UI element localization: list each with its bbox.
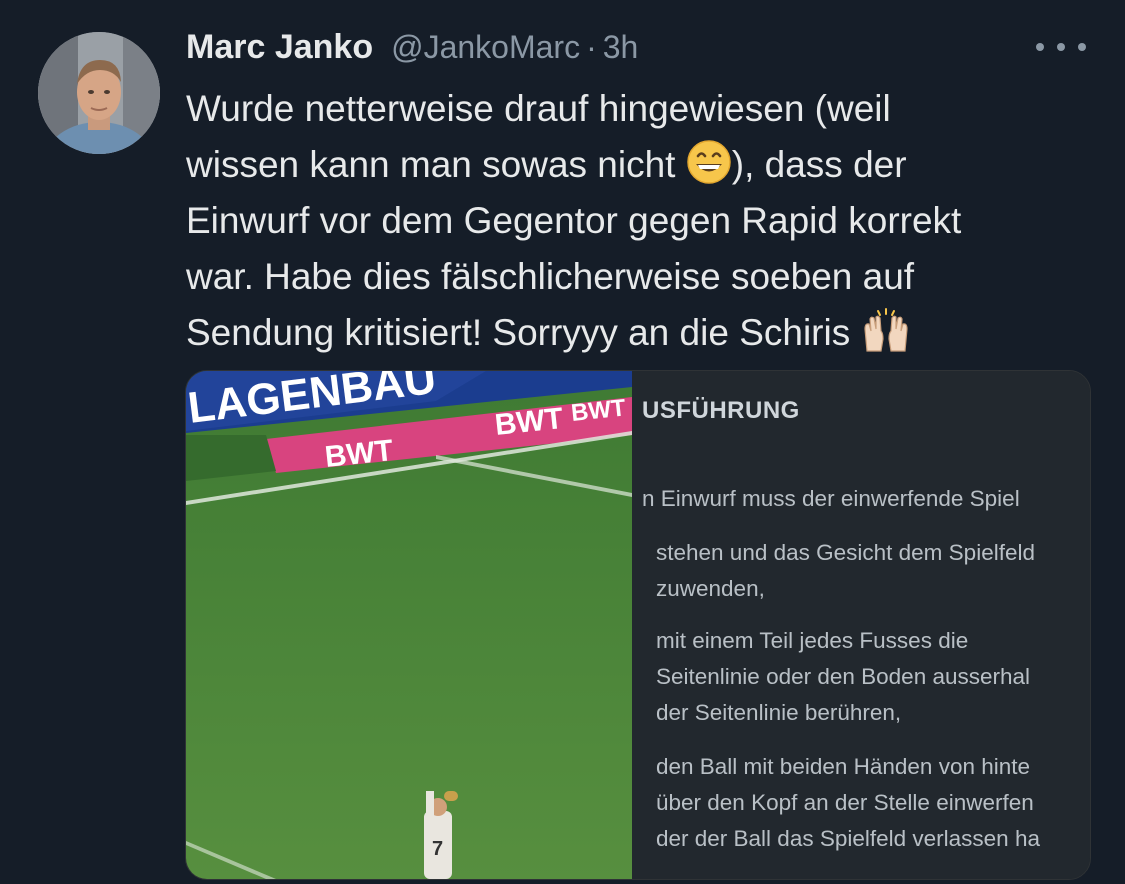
player-number: 7 [432, 838, 443, 860]
tweet-timestamp[interactable]: 3h [603, 29, 639, 66]
sponsor-text-3: BWT [570, 394, 628, 427]
avatar-photo [38, 32, 160, 154]
rules-document-screenshot: USFÜHRUNG n Einwurf muss der einwerfende… [632, 371, 1090, 879]
more-dot [1057, 43, 1065, 51]
more-dot [1036, 43, 1044, 51]
more-dot [1078, 43, 1086, 51]
doc-line: den Ball mit beiden Händen von hinte übe… [656, 754, 1040, 851]
doc-heading: USFÜHRUNG [642, 397, 800, 424]
doc-line: n Einwurf muss der einwerfende Spiel [642, 486, 1020, 511]
tweet-text: Wurde netterweise drauf hingewiesen (wei… [186, 81, 1101, 361]
doc-line: stehen und das Gesicht dem Spielfeld zuw… [656, 540, 1035, 601]
more-options-icon[interactable] [1036, 32, 1086, 62]
football-pitch-photo: LAGENBAU BWT BWT BWT 7 [186, 371, 632, 879]
author-handle[interactable]: @JankoMarc [391, 29, 580, 66]
tweet-media-image[interactable]: LAGENBAU BWT BWT BWT 7 USFÜHRUNG n Einwu… [185, 370, 1091, 880]
grinning-face-emoji-icon [686, 139, 732, 185]
tweet-header: Marc Janko @JankoMarc · 3h [186, 28, 638, 72]
separator-dot: · [586, 29, 597, 65]
author-avatar[interactable] [38, 32, 160, 154]
raising-hands-emoji-icon [861, 307, 908, 353]
doc-line: mit einem Teil jedes Fusses die Seitenli… [656, 628, 1031, 725]
author-name[interactable]: Marc Janko [186, 28, 373, 67]
